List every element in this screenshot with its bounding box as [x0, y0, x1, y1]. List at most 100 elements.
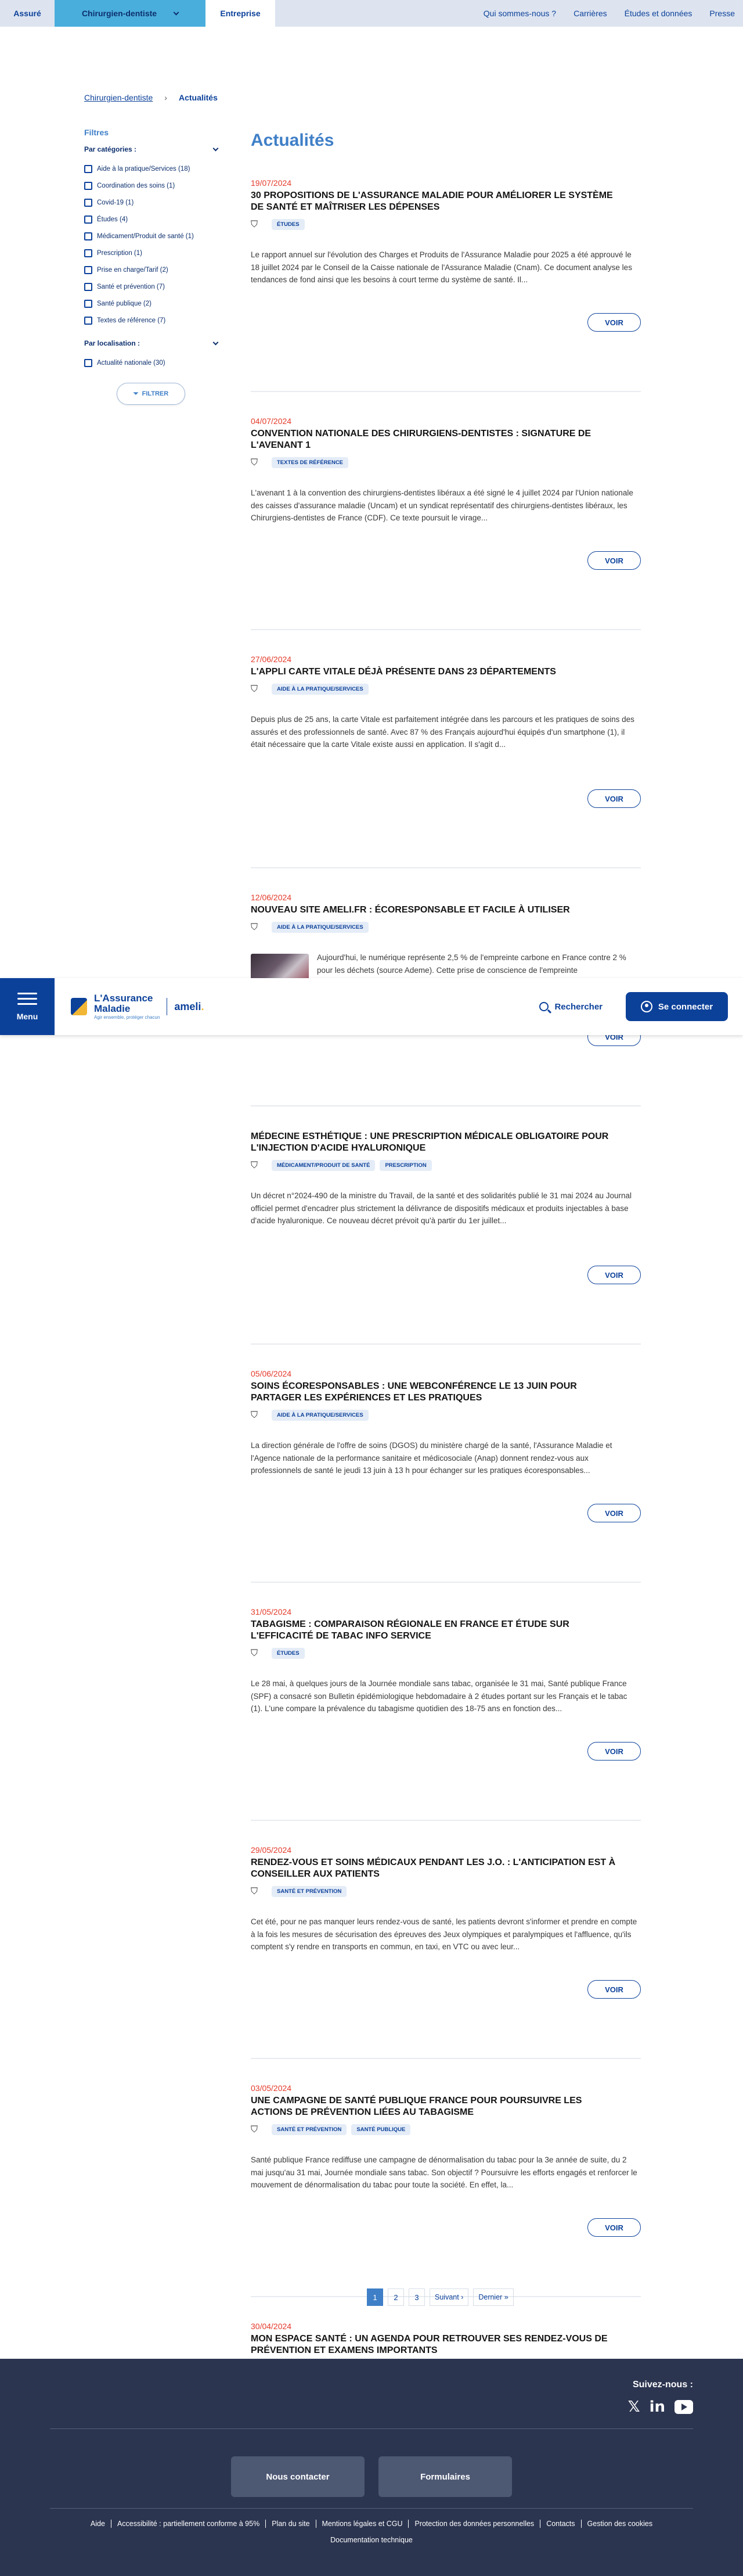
- category-filter-item[interactable]: Santé et prévention (7): [84, 278, 218, 295]
- article-title[interactable]: Mon espace santé : un agenda pour retrou…: [251, 2333, 622, 2356]
- article-title[interactable]: Convention nationale des chirurgiens-den…: [251, 428, 622, 451]
- tab-entreprise[interactable]: Entreprise: [205, 0, 275, 27]
- tag-icon: ⛉: [251, 922, 258, 932]
- voir-button[interactable]: VOIR: [587, 551, 641, 570]
- footer-link[interactable]: Contacts: [540, 2520, 580, 2528]
- footer-link[interactable]: Protection des données personnelles: [408, 2520, 540, 2528]
- category-filter-item[interactable]: Médicament/Produit de santé (1): [84, 228, 218, 245]
- category-filter-label: Par catégories :: [84, 145, 137, 153]
- page-3-button[interactable]: 3: [409, 2288, 425, 2306]
- link-qui-sommes-nous[interactable]: Qui sommes-nous ?: [484, 9, 556, 18]
- checkbox[interactable]: [84, 299, 92, 308]
- checkbox[interactable]: [84, 358, 92, 367]
- checkbox[interactable]: [84, 164, 92, 173]
- voir-button[interactable]: VOIR: [587, 1980, 641, 1999]
- chevron-down-icon: [212, 339, 219, 345]
- category-filter-item[interactable]: Textes de référence (7): [84, 312, 218, 329]
- checkbox[interactable]: [84, 282, 92, 291]
- next-page-button[interactable]: Suivant ›: [430, 2288, 469, 2306]
- checkbox[interactable]: [84, 249, 92, 257]
- link-etudes-donnees[interactable]: Études et données: [625, 9, 692, 18]
- link-presse[interactable]: Presse: [709, 9, 735, 18]
- location-filter-item[interactable]: Actualité nationale (30): [84, 354, 218, 371]
- article-excerpt-text: Le rapport annuel sur l'évolution des Ch…: [251, 250, 632, 285]
- article-title[interactable]: Rendez-vous et soins médicaux pendant le…: [251, 1857, 622, 1880]
- article-title[interactable]: Soins écoresponsables : une webconférenc…: [251, 1381, 622, 1404]
- checkbox[interactable]: [84, 232, 92, 240]
- voir-button[interactable]: VOIR: [587, 1742, 641, 1761]
- voir-button[interactable]: VOIR: [587, 1504, 641, 1522]
- contact-button[interactable]: Nous contacter: [231, 2456, 365, 2497]
- article-title[interactable]: 30 propositions de l'Assurance Maladie p…: [251, 190, 622, 213]
- social-links: 𝕏 in: [628, 2398, 693, 2416]
- article-date: 29/05/2024: [251, 1845, 292, 1855]
- tag-badge: Études: [272, 1648, 305, 1659]
- checkbox[interactable]: [84, 198, 92, 207]
- category-filter-item[interactable]: Aide à la pratique/Services (18): [84, 160, 218, 177]
- article-title[interactable]: Nouveau site ameli.fr : écoresponsable e…: [251, 904, 622, 916]
- category-filter-item[interactable]: Covid-19 (1): [84, 194, 218, 211]
- logo-line2: Maladie: [94, 1003, 131, 1014]
- category-filter-item[interactable]: Études (4): [84, 211, 218, 228]
- category-filter-toggle[interactable]: Par catégories :: [84, 145, 219, 153]
- article-tags: ⛉ Études: [251, 1648, 641, 1659]
- breadcrumb-separator: ›: [164, 93, 167, 102]
- tab-chirurgien-dentiste[interactable]: Chirurgien-dentiste: [55, 0, 205, 27]
- article-title[interactable]: Tabagisme : comparaison régionale en Fra…: [251, 1619, 622, 1642]
- category-filter-label: Prise en charge/Tarif (2): [97, 266, 168, 274]
- link-carrieres[interactable]: Carrières: [574, 9, 607, 18]
- tab-label: Chirurgien-dentiste: [81, 9, 157, 18]
- checkbox[interactable]: [84, 316, 92, 325]
- tab-assure[interactable]: Assuré: [0, 0, 55, 27]
- menu-button[interactable]: Menu: [0, 978, 55, 1035]
- ameli-dot-icon: .: [201, 1000, 204, 1012]
- voir-button[interactable]: VOIR: [587, 789, 641, 808]
- article-title[interactable]: L'appli carte Vitale déjà présente dans …: [251, 666, 622, 678]
- tag-icon: ⛉: [251, 1648, 258, 1658]
- breadcrumb-current: Actualités: [178, 93, 218, 102]
- article-title[interactable]: Une campagne de Santé publique France po…: [251, 2095, 622, 2118]
- category-filter-item[interactable]: Prise en charge/Tarif (2): [84, 261, 218, 278]
- search-button[interactable]: Rechercher: [539, 1002, 603, 1012]
- footer-link[interactable]: Mentions légales et CGU: [315, 2520, 409, 2528]
- article-list: 19/07/2024 30 propositions de l'Assurance…: [251, 178, 641, 2535]
- page-2-button[interactable]: 2: [388, 2288, 404, 2306]
- footer-link[interactable]: Accessibilité : partiellement conforme à…: [110, 2520, 265, 2528]
- tag-badge: Textes de référence: [272, 457, 349, 468]
- footer-link[interactable]: Aide: [85, 2520, 111, 2528]
- checkbox[interactable]: [84, 265, 92, 274]
- checkbox[interactable]: [84, 181, 92, 190]
- voir-button[interactable]: VOIR: [587, 2218, 641, 2237]
- menu-label: Menu: [16, 1011, 38, 1021]
- location-filter-toggle[interactable]: Par localisation :: [84, 339, 219, 347]
- page-1-button[interactable]: 1: [367, 2288, 383, 2306]
- youtube-icon[interactable]: [675, 2400, 693, 2414]
- filter-button[interactable]: ⏷ FILTRER: [117, 383, 185, 405]
- footer-link[interactable]: Plan du site: [265, 2520, 315, 2528]
- breadcrumb-parent[interactable]: Chirurgien-dentiste: [84, 93, 153, 102]
- news-article: 05/06/2024 Soins écoresponsables : une we…: [251, 1369, 641, 1583]
- article-title[interactable]: Médecine esthétique : une prescription m…: [251, 1131, 622, 1154]
- x-icon[interactable]: 𝕏: [628, 2398, 640, 2416]
- voir-button[interactable]: VOIR: [587, 1266, 641, 1284]
- voir-button[interactable]: VOIR: [587, 313, 641, 332]
- category-filter-item[interactable]: Prescription (1): [84, 245, 218, 261]
- linkedin-icon[interactable]: in: [650, 2398, 665, 2416]
- assurance-maladie-logo[interactable]: L'Assurance Maladie Agir ensemble, proté…: [71, 993, 204, 1021]
- category-filter-item[interactable]: Santé publique (2): [84, 295, 218, 312]
- footer-link[interactable]: Gestion des cookies: [580, 2520, 659, 2528]
- footer-divider: [50, 2428, 693, 2429]
- footer-link[interactable]: Documentation technique: [324, 2536, 419, 2544]
- article-excerpt-text: L'avenant 1 à la convention des chirurgi…: [251, 488, 633, 523]
- article-excerpt: Le 28 mai, à quelques jours de la Journé…: [251, 1677, 641, 1715]
- category-filter-item[interactable]: Coordination des soins (1): [84, 177, 218, 194]
- article-date: 19/07/2024: [251, 178, 292, 188]
- last-page-button[interactable]: Dernier »: [473, 2288, 514, 2306]
- forms-button[interactable]: Formulaires: [378, 2456, 512, 2497]
- tag-icon: ⛉: [251, 1410, 258, 1420]
- checkbox[interactable]: [84, 215, 92, 224]
- login-button[interactable]: Se connecter: [626, 992, 728, 1021]
- article-excerpt: Un décret n°2024-490 de la ministre du T…: [251, 1190, 641, 1227]
- category-filter-label: Études (4): [97, 215, 128, 223]
- logo-tagline: Agir ensemble, protéger chacun: [94, 1015, 160, 1021]
